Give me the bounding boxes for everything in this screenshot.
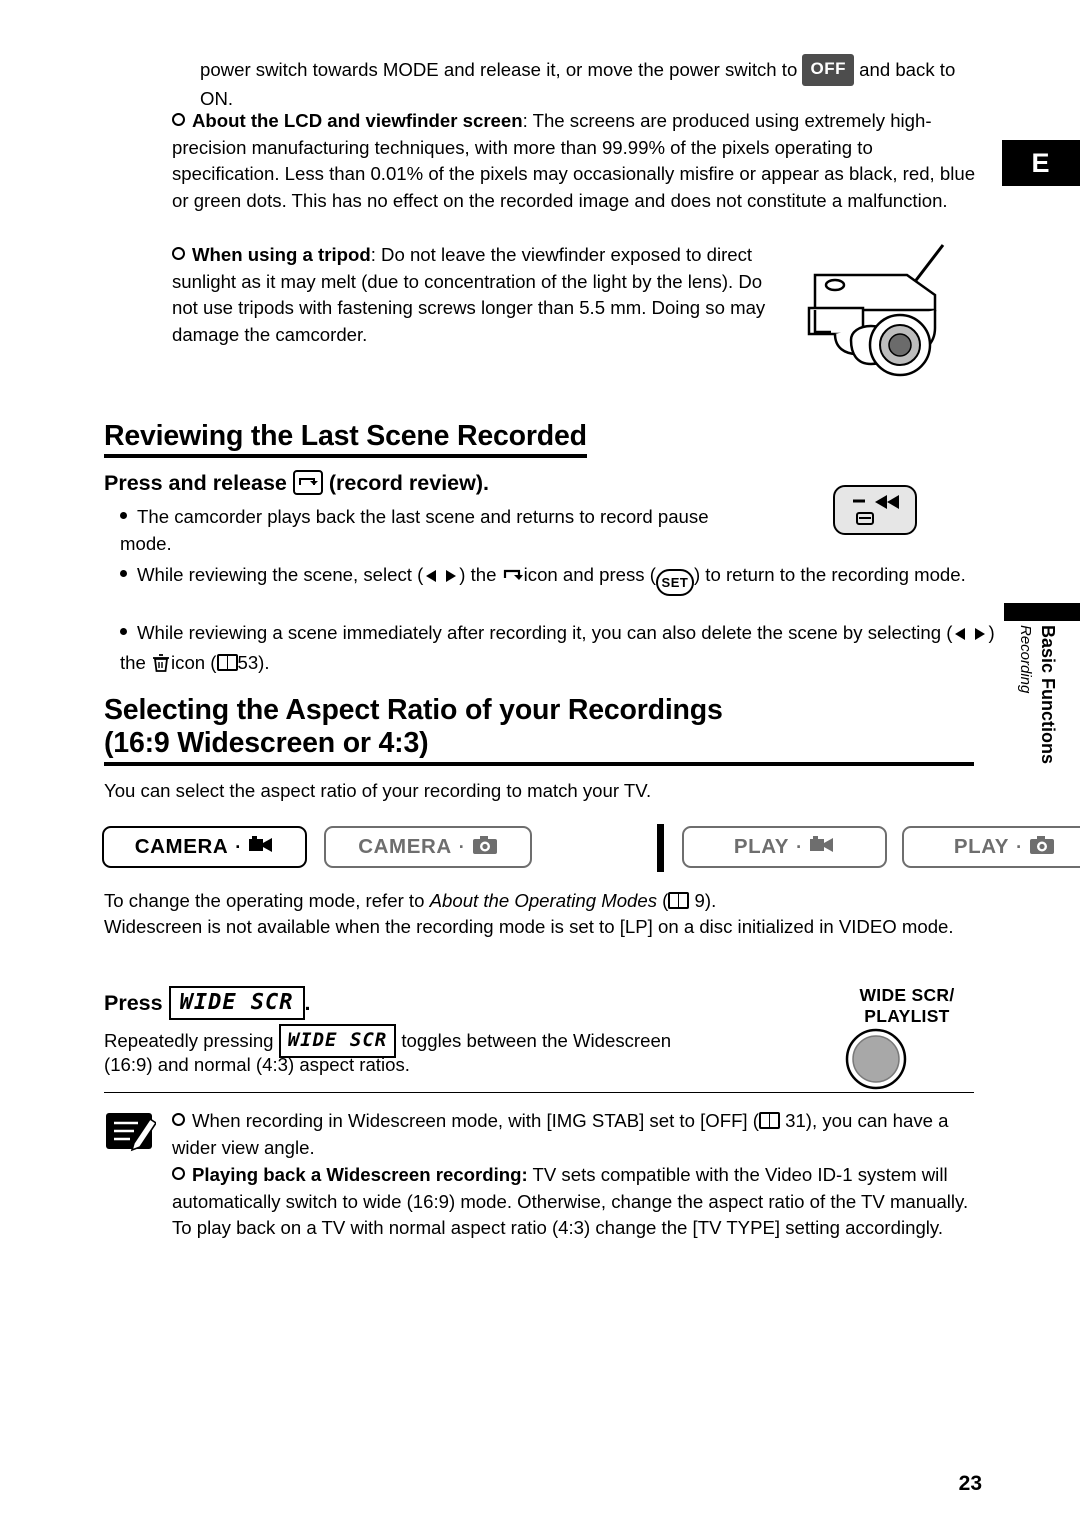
joystick-left-right-icon <box>423 565 459 592</box>
side-label-basic-functions: Basic Functions <box>1038 625 1058 765</box>
reference-page-icon <box>668 892 690 909</box>
section-heading-review-text: Reviewing the Last Scene Recorded <box>104 420 587 458</box>
note-1-page: 31), <box>785 1110 818 1131</box>
review-bullet-3-part1: While reviewing a scene immediately afte… <box>137 622 953 643</box>
review-bullet-3: While reviewing a scene immediately afte… <box>120 620 1000 676</box>
section-heading-aspect-line1: Selecting the Aspect Ratio of your Recor… <box>104 694 723 726</box>
operating-modes-note-a: To change the operating mode, refer to <box>104 890 430 911</box>
intro-bullet-lcd: About the LCD and viewfinder screen: The… <box>172 108 980 214</box>
wide-scr-playlist-label-line2: PLAYLIST <box>864 1006 950 1026</box>
operating-modes-note-b: ( <box>657 890 669 911</box>
review-bullet-2-part2: ) the <box>459 564 497 585</box>
wide-scr-repeat-a: Repeatedly pressing <box>104 1030 274 1051</box>
side-label-recording: Recording <box>1017 625 1034 694</box>
review-bullet-2-part3: icon and press ( <box>523 564 656 585</box>
movie-camera-icon <box>809 835 835 860</box>
review-bullet-2-part4: ) to return to the recording mode. <box>693 564 966 585</box>
section-heading-aspect-line2: (16:9 Widescreen or 4:3) <box>104 727 429 759</box>
subheading-press-release: Press and release (record review). <box>104 470 489 496</box>
record-pause-return-icon <box>502 564 524 585</box>
mode-button-camera-photo-label: CAMERA <box>358 835 452 858</box>
review-bullet-2: While reviewing the scene, select ( ) the… <box>120 562 990 596</box>
mode-button-camera-photo[interactable]: CAMERA · <box>324 826 532 868</box>
dot-bullet-icon <box>120 570 127 577</box>
still-photo-icon <box>472 835 498 860</box>
language-tab-e: E <box>1002 140 1080 186</box>
mode-button-play-movie[interactable]: PLAY · <box>682 826 887 868</box>
note-2: Playing back a Widescreen recording: TV … <box>172 1162 972 1242</box>
wide-scr-playlist-button-label: WIDE SCR/ PLAYLIST <box>812 985 1002 1027</box>
still-photo-icon <box>1029 835 1055 860</box>
note-1: When recording in Widescreen mode, with … <box>172 1108 972 1161</box>
notes-separator-rule <box>104 1092 974 1093</box>
wide-scr-repeat-b: toggles between the Widescreen <box>401 1030 672 1051</box>
press-wide-scr-period: . <box>304 991 311 1015</box>
mode-button-play-movie-label: PLAY <box>733 835 790 858</box>
mode-button-camera-movie[interactable]: CAMERA · <box>102 826 307 868</box>
mode-button-play-photo-label: PLAY <box>953 835 1010 858</box>
intro-bullet-tripod-title: When using a tripod <box>192 244 371 265</box>
record-review-key-icon <box>292 470 323 495</box>
record-review-button-illustration <box>833 485 917 535</box>
movie-camera-icon <box>248 835 274 860</box>
manual-page: E Basic Functions Recording power switch… <box>0 0 1080 1534</box>
hollow-circle-bullet-icon <box>172 113 185 126</box>
mode-button-play-photo[interactable]: PLAY · <box>902 826 1080 868</box>
dot-bullet-icon <box>120 512 127 519</box>
review-bullet-1: The camcorder plays back the last scene … <box>120 504 760 557</box>
note-2-title: Playing back a Widescreen recording: <box>192 1164 528 1185</box>
review-bullet-1-text: The camcorder plays back the last scene … <box>120 506 709 554</box>
hollow-circle-bullet-icon <box>172 247 185 260</box>
hollow-circle-bullet-icon <box>172 1167 185 1180</box>
set-button-icon: SET <box>655 569 694 596</box>
page-number: 23 <box>958 1472 982 1495</box>
operating-modes-note-page: 9). <box>694 890 717 911</box>
reference-page-icon <box>758 1112 780 1129</box>
joystick-left-right-icon <box>952 623 988 650</box>
operating-modes-note: To change the operating mode, refer to A… <box>104 888 984 915</box>
review-bullet-3-part3: icon ( <box>171 651 217 673</box>
operating-modes-row: CAMERA · CAMERA · PLAY · PLAY · <box>102 824 1080 872</box>
section-heading-aspect: Selecting the Aspect Ratio of your Recor… <box>104 694 964 760</box>
note-1-text-a: When recording in Widescreen mode, with … <box>192 1110 759 1131</box>
subheading-press-release-a: Press and release <box>104 471 287 495</box>
press-wide-scr-heading: Press WIDE SCR. <box>104 986 311 1020</box>
intro-line1-a: power switch towards MODE and release it… <box>200 59 798 80</box>
tripod-illustration <box>795 240 965 400</box>
trash-can-icon <box>151 652 171 673</box>
aspect-intro-text: You can select the aspect ratio of your … <box>104 780 652 801</box>
review-bullet-3-part4: 53). <box>237 651 270 673</box>
press-wide-scr-label: Press <box>104 991 163 1015</box>
wide-scr-playlist-label-line1: WIDE SCR/ <box>859 985 955 1005</box>
mode-group-separator <box>657 824 664 872</box>
intro-bullet-tripod: When using a tripod: Do not leave the vi… <box>172 242 782 348</box>
wide-scr-playlist-button-illustration <box>845 1028 907 1095</box>
section-marker-bar <box>1004 603 1080 621</box>
mode-button-camera-movie-label: CAMERA <box>134 835 229 858</box>
wide-scr-repeat-line2: (16:9) and normal (4:3) aspect ratios. <box>104 1054 410 1075</box>
subheading-press-release-b: (record review). <box>328 471 489 495</box>
notes-pencil-icon <box>104 1107 158 1153</box>
section-heading-review: Reviewing the Last Scene Recorded <box>104 420 587 458</box>
off-badge: OFF <box>802 54 854 86</box>
hollow-circle-bullet-icon <box>172 1113 185 1126</box>
reference-page-icon <box>216 653 238 671</box>
intro-bullet-lcd-title: About the LCD and viewfinder screen <box>192 110 523 131</box>
section-heading-underline <box>104 762 974 766</box>
dot-bullet-icon <box>120 628 127 635</box>
wide-scr-key-icon: WIDE SCR <box>168 986 305 1020</box>
intro-continuation-paragraph: power switch towards MODE and release it… <box>200 54 980 112</box>
widescreen-availability-note: Widescreen is not available when the rec… <box>104 916 954 937</box>
review-bullet-2-part1: While reviewing the scene, select ( <box>137 564 424 585</box>
operating-modes-note-italic: About the Operating Modes <box>429 890 658 911</box>
